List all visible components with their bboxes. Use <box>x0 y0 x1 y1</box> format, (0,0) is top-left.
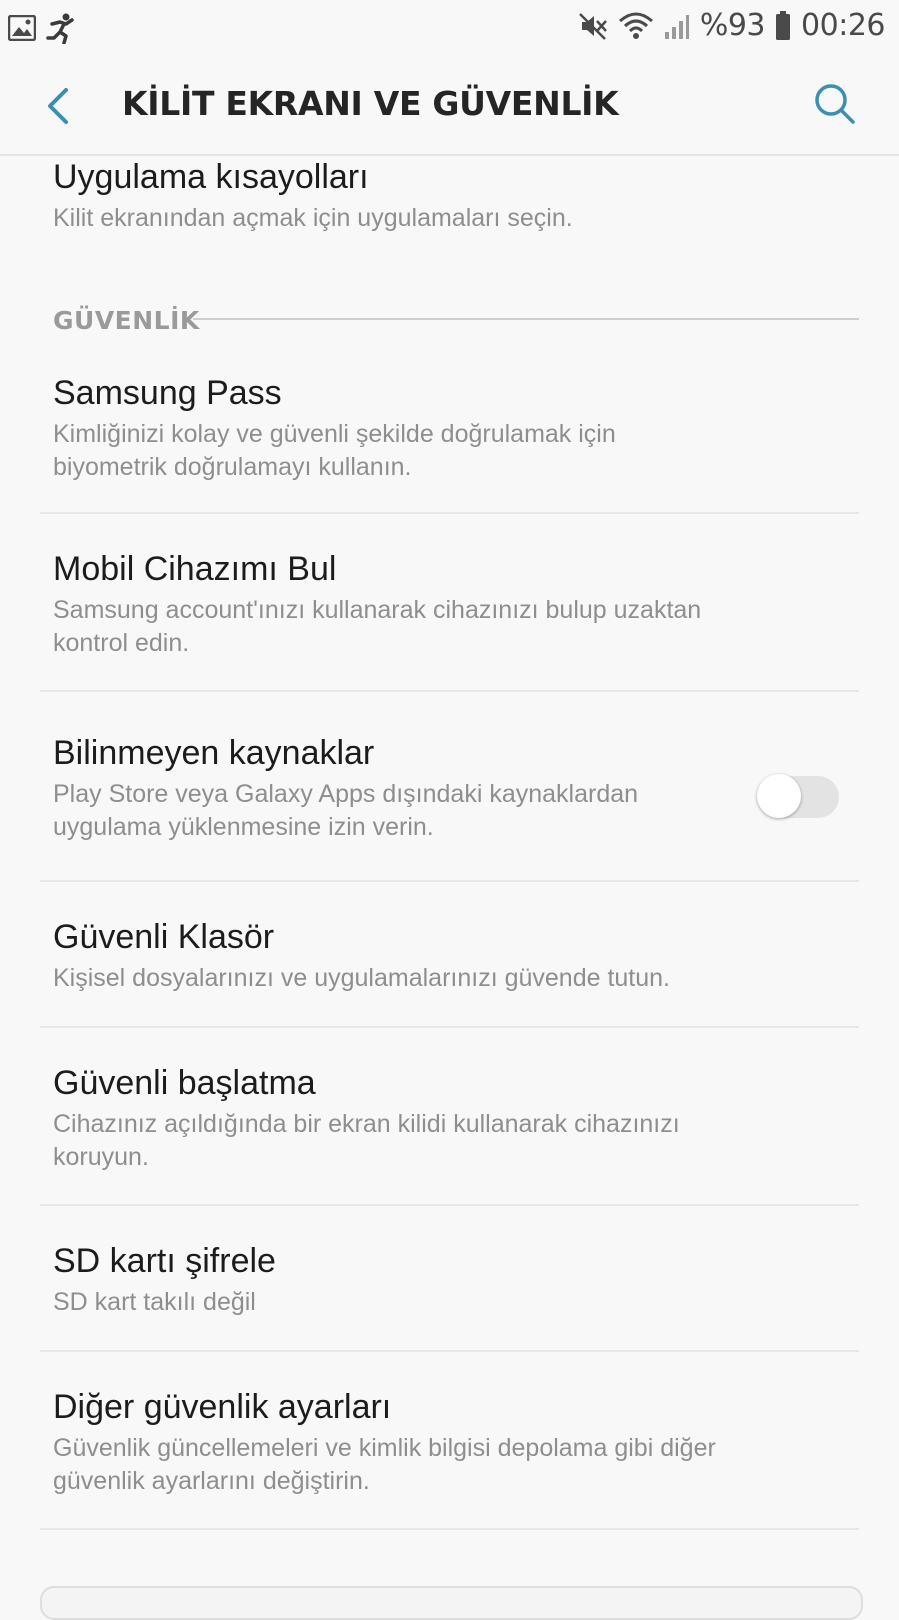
item-subtitle-line: uygulama yüklenmesine izin verin. <box>53 813 434 841</box>
gallery-icon <box>8 15 36 41</box>
item-title: Güvenli başlatma <box>53 1064 316 1102</box>
item-subtitle: SD kart takılı değil <box>53 1288 256 1316</box>
section-header-security: GÜVENLİK <box>0 296 899 346</box>
item-title: SD kartı şifrele <box>53 1242 276 1280</box>
item-title: Bilinmeyen kaynaklar <box>53 734 375 772</box>
item-subtitle-line: Play Store veya Galaxy Apps dışındaki ka… <box>53 780 639 808</box>
list-item-other-security-settings[interactable]: Diğer güvenlik ayarları Güvenlik güncell… <box>0 1352 899 1528</box>
item-subtitle-line: koruyun. <box>53 1143 149 1171</box>
status-time: 00:26 <box>801 8 885 43</box>
settings-list: Uygulama kısayolları Kilit ekranından aç… <box>0 156 899 1530</box>
toggle-knob <box>757 774 801 818</box>
section-divider <box>193 318 859 320</box>
item-subtitle-line: kontrol edin. <box>53 629 190 657</box>
item-title: Samsung Pass <box>53 374 282 412</box>
item-subtitle-line: Güvenlik güncellemeleri ve kimlik bilgis… <box>53 1434 716 1462</box>
item-subtitle: Kilit ekranından açmak için uygulamaları… <box>53 204 573 232</box>
battery-percent: %93 <box>699 8 766 43</box>
section-label: GÜVENLİK <box>53 306 200 335</box>
page-title: KİLİT EKRANI VE GÜVENLİK <box>122 84 619 123</box>
mute-icon <box>578 11 608 41</box>
item-subtitle: Güvenlik güncellemeleri ve kimlik bilgis… <box>53 1432 846 1498</box>
list-item-samsung-pass[interactable]: Samsung Pass Kimliğinizi kolay ve güvenl… <box>0 346 899 512</box>
battery-icon <box>775 10 791 41</box>
item-subtitle-line: Samsung account'ınızı kullanarak cihazın… <box>53 596 702 624</box>
divider <box>40 1528 859 1530</box>
item-subtitle-line: güvenlik ayarlarını değiştirin. <box>53 1467 370 1495</box>
list-item-unknown-sources[interactable]: Bilinmeyen kaynaklar Play Store veya Gal… <box>0 692 899 880</box>
item-subtitle-line: Cihazınız açıldığında bir ekran kilidi k… <box>53 1110 680 1138</box>
item-title: Mobil Cihazımı Bul <box>53 550 337 588</box>
search-button[interactable] <box>811 80 859 128</box>
wifi-icon <box>618 11 654 41</box>
item-title: Diğer güvenlik ayarları <box>53 1388 392 1426</box>
search-icon <box>811 84 859 132</box>
list-item-find-my-mobile[interactable]: Mobil Cihazımı Bul Samsung account'ınızı… <box>0 514 899 690</box>
item-subtitle: Kişisel dosyalarınızı ve uygulamalarınız… <box>53 964 671 992</box>
list-item-encrypt-sd[interactable]: SD kartı şifrele SD kart takılı değil <box>0 1206 899 1350</box>
list-item-secure-folder[interactable]: Güvenli Klasör Kişisel dosyalarınızı ve … <box>0 882 899 1026</box>
item-subtitle: Kimliğinizi kolay ve güvenli şekilde doğ… <box>53 418 846 484</box>
item-title: Uygulama kısayolları <box>53 158 369 196</box>
signal-icon <box>664 12 690 40</box>
item-subtitle: Cihazınız açıldığında bir ekran kilidi k… <box>53 1108 846 1174</box>
item-subtitle: Play Store veya Galaxy Apps dışındaki ka… <box>53 778 729 844</box>
app-bar: KİLİT EKRANI VE GÜVENLİK <box>0 56 899 156</box>
list-item-app-shortcuts[interactable]: Uygulama kısayolları Kilit ekranından aç… <box>0 156 899 248</box>
item-subtitle-line: Kimliğinizi kolay ve güvenli şekilde doğ… <box>53 420 616 448</box>
unknown-sources-toggle[interactable] <box>757 774 839 818</box>
item-subtitle-line: biyometrik doğrulamayı kullanın. <box>53 453 412 481</box>
status-bar: %93 00:26 <box>0 0 899 56</box>
runner-icon <box>46 12 78 44</box>
list-item-secure-startup[interactable]: Güvenli başlatma Cihazınız açıldığında b… <box>0 1028 899 1204</box>
next-section-card <box>40 1586 863 1620</box>
back-button[interactable] <box>40 84 80 128</box>
item-title: Güvenli Klasör <box>53 918 275 956</box>
item-subtitle: Samsung account'ınızı kullanarak cihazın… <box>53 594 846 660</box>
chevron-left-icon <box>40 88 80 132</box>
